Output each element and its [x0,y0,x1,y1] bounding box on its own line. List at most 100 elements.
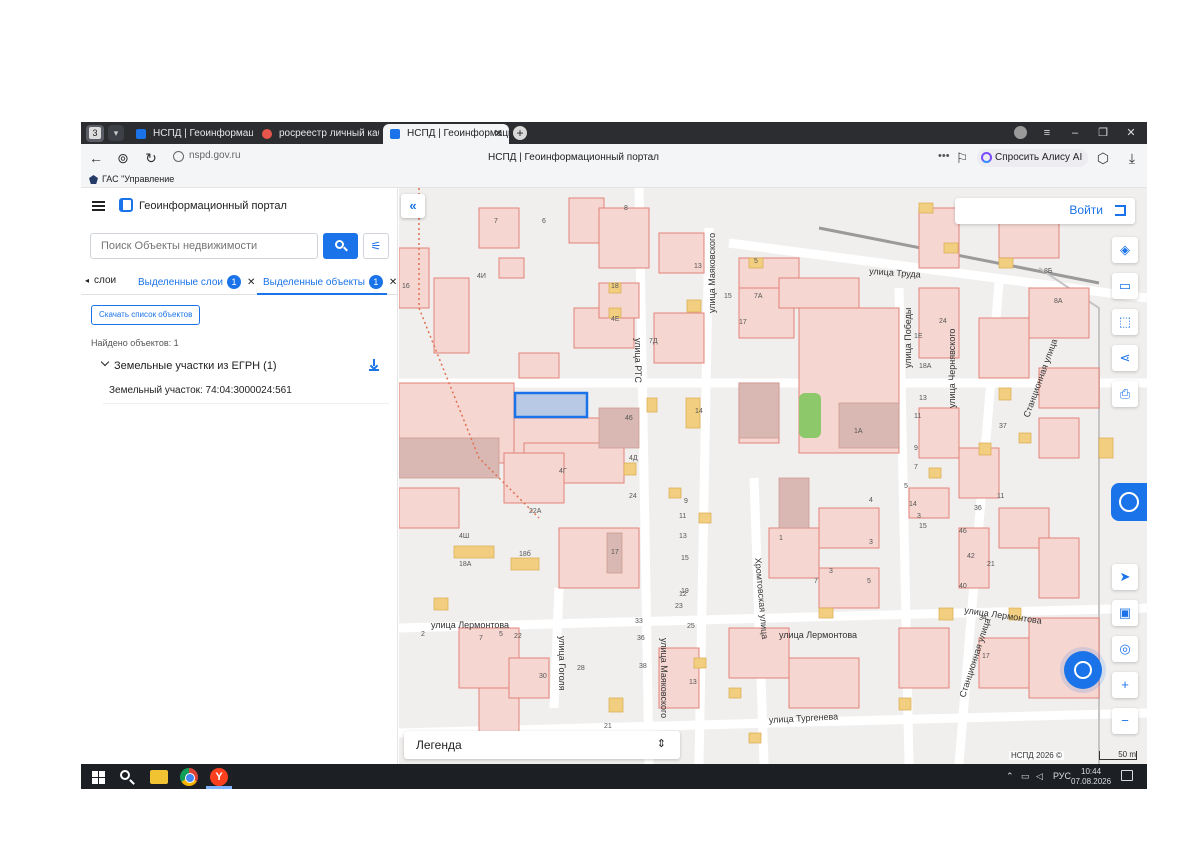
new-tab-button[interactable]: + [513,126,527,140]
page-title: НСПД | Геоинформационный портал [488,152,659,163]
tab-selected-layers[interactable]: Выделенные слои 1 ✕ [138,275,255,289]
select-area-button[interactable]: ⬚ [1112,309,1138,335]
download-icon[interactable] [369,359,379,371]
share-button[interactable]: ⋖ [1112,345,1138,371]
house-number-label: 21 [604,723,612,730]
house-number-label: 13 [689,679,697,686]
house-number-label: 36 [974,505,982,512]
street-label: улица Маяковского [707,233,717,313]
house-number-label: 21 [987,561,995,568]
tab-counter-badge[interactable]: 3 [86,125,104,142]
restore-button[interactable]: ❐ [1095,125,1111,141]
map-copyright: НСПД 2026 © [1009,751,1064,760]
search-input[interactable] [90,233,318,259]
group-title[interactable]: Земельные участки из ЕГРН (1) [114,360,277,372]
network-icon[interactable]: ▭ [1021,771,1030,782]
layers-icon: ◈ [1120,242,1130,257]
house-number-label: 11 [997,493,1004,500]
house-number-label: 4Г [559,468,567,475]
close-icon[interactable]: ✕ [389,277,397,288]
shield-icon[interactable]: ⊚ [115,150,131,166]
house-number-label: 12 [679,591,687,598]
portal-logo-icon [119,198,133,212]
login-button[interactable]: Войти [955,198,1135,224]
chat-button[interactable] [1064,651,1102,689]
yandex-browser-icon[interactable]: Y [210,768,228,786]
legend-panel[interactable]: Легенда ⇕ [404,731,680,759]
house-number-label: 18б [519,550,531,558]
bookmark-item[interactable]: ГАС "Управление [89,174,174,184]
left-panel: Геоинформационный портал ⚟ ◂ слои Выделен… [81,188,398,764]
tab-selected-objects[interactable]: Выделенные объекты 1 ✕ [263,275,397,289]
print-button[interactable]: ⎙ [1112,381,1138,407]
house-number-label: 30 [539,673,547,680]
minimize-button[interactable]: – [1067,125,1083,141]
browser-tab-active[interactable]: НСПД | Геоинформаци ✕ [383,124,509,144]
list-item[interactable]: Земельный участок: 74:04:3000024:561 [103,378,389,404]
map-canvas[interactable]: улица Трудаулица Маяковскогоулица РТС ули… [399,188,1147,764]
chevron-down-icon[interactable] [100,357,110,367]
basemap-button[interactable]: ▣ [1112,600,1138,626]
selected-parcel[interactable] [513,391,589,419]
zoom-out-button[interactable]: − [1112,708,1138,734]
house-number-label: 4Д [629,455,638,462]
close-tab-icon[interactable]: ✕ [494,124,503,144]
hamburger-menu-icon[interactable] [92,201,105,211]
back-arrow-icon[interactable]: ← [88,150,104,166]
search-icon[interactable] [118,768,136,786]
ruler-icon: ▭ [1118,278,1132,293]
download-icon[interactable]: ⤓ [1124,150,1140,166]
language-indicator[interactable]: РУС [1053,771,1071,781]
house-number-label: 7 [814,578,818,585]
more-icon[interactable]: ••• [938,150,950,162]
house-number-label: 13 [679,533,687,540]
house-number-label: 28 [577,665,585,672]
chevron-up-icon[interactable]: ⌃ [1006,771,1014,782]
profile-avatar[interactable] [1014,126,1027,139]
collapse-panel-button[interactable]: « [401,194,425,218]
browser-tab-2[interactable]: росреестр личный кабин [255,124,379,144]
assistant-side-button[interactable] [1111,483,1147,521]
volume-icon[interactable]: ◁ [1036,771,1043,782]
map-view[interactable]: улица Труда улица Маяковского улица РТС ули… [399,188,1147,764]
navigation-arrow-icon: ➤ [1119,569,1131,584]
close-icon[interactable]: ✕ [247,277,255,288]
url-text: nspd.gov.ru [189,150,241,161]
bookmark-icon[interactable]: ⚐ [954,150,970,166]
chrome-icon[interactable] [180,768,198,786]
house-number-label: 46 [959,528,967,535]
windows-taskbar: Y ⌃ ▭ ◁ РУС 10:44 07.08.2026 [81,764,1147,789]
extensions-icon[interactable]: ⬡ [1095,150,1111,166]
notifications-icon[interactable] [1121,770,1133,781]
reload-icon[interactable]: ↻ [143,150,159,166]
alice-button[interactable]: Спросить Алису AI [977,149,1089,167]
house-number-label: 1А [854,428,863,435]
layers-button[interactable]: ◈ [1112,237,1138,263]
house-number-label: 8Б [1044,268,1053,275]
close-window-button[interactable]: ✕ [1123,125,1139,141]
browser-tab-1[interactable]: НСПД | Геоинформацион [129,124,253,144]
search-button[interactable] [323,233,358,259]
menu-icon[interactable]: ≡ [1039,125,1055,141]
download-list-button[interactable]: Скачать список объектов [91,305,201,325]
tab-layers[interactable]: ◂ слои [85,275,116,286]
geolocation-button[interactable]: ➤ [1112,564,1138,590]
address-bar: ← ⊚ ↻ nspd.gov.ru НСПД | Геоинформационн… [81,144,1147,172]
filter-settings-button[interactable]: ⚟ [363,233,389,259]
house-number-label: 22А [529,508,542,515]
house-number-label: 9 [914,445,918,452]
zoom-in-button[interactable]: + [1112,672,1138,698]
chat-icon [1074,661,1092,679]
select-area-icon: ⬚ [1118,314,1132,329]
file-explorer-icon[interactable] [150,770,168,784]
house-number-label: 24 [629,493,637,500]
expand-icon[interactable]: ⇕ [657,737,666,750]
chevron-down-icon[interactable]: ▾ [108,125,124,141]
clock[interactable]: 10:44 07.08.2026 [1071,767,1111,787]
house-number-label: 40 [959,583,967,590]
ruler-button[interactable]: ▭ [1112,273,1138,299]
house-number-label: 36 [637,635,645,642]
windows-start-icon[interactable] [90,768,108,786]
location-button[interactable]: ◎ [1112,636,1138,662]
tab-label: НСПД | Геоинформацион [153,128,253,139]
